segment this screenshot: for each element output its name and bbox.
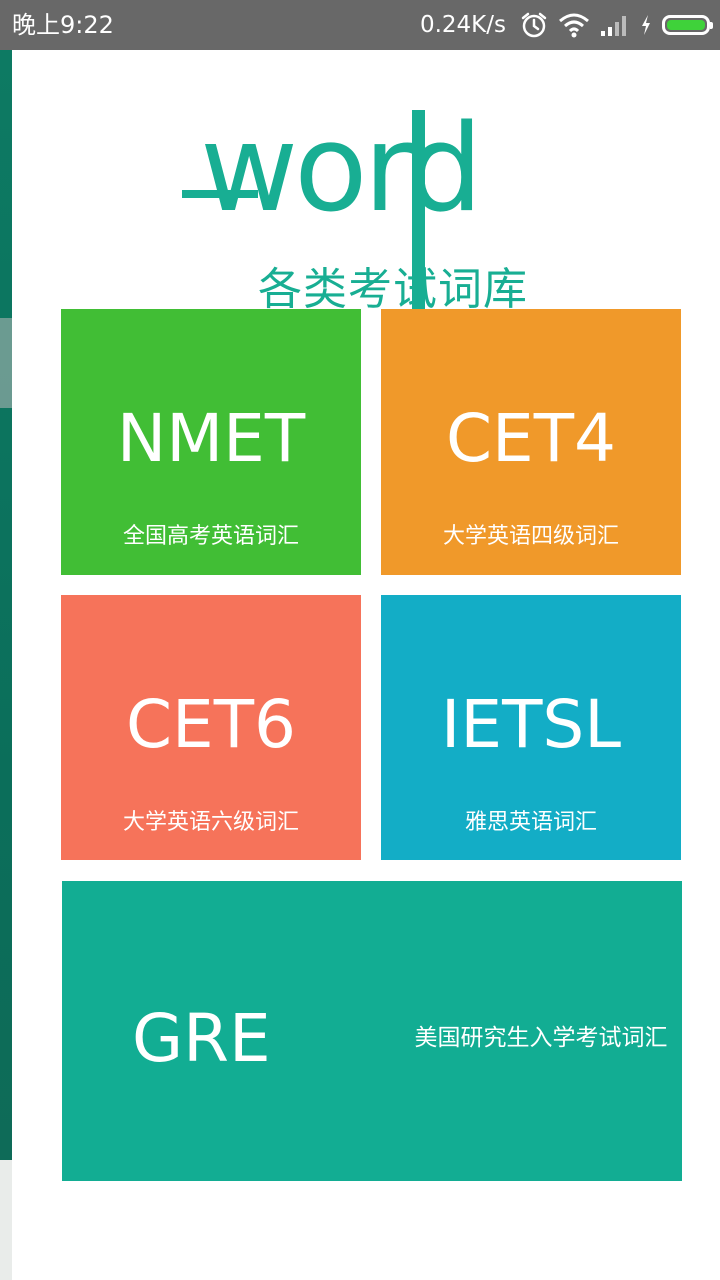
background-panel-edge-bottom [0,1160,12,1280]
battery-tip [710,22,713,29]
tile-subtitle: 大学英语四级词汇 [442,524,619,549]
wifi-icon [559,13,589,38]
tile-title: IETSL [440,686,622,763]
battery-level [667,20,705,30]
tile-subtitle: 美国研究生入学考试词汇 [414,1025,668,1051]
signal-icon [601,16,626,36]
logo-word: word [200,100,483,239]
background-ghost-shape [0,318,12,408]
app-logo: word 各类考试词库 [0,50,720,338]
battery-icon [662,15,713,35]
tile-ietsl[interactable]: IETSL 雅思英语词汇 [381,595,681,860]
tile-subtitle: 大学英语六级词汇 [122,810,299,835]
network-speed: 0.24K/s [419,12,506,38]
status-time: 晚上9:22 [12,11,114,39]
tile-subtitle: 全国高考英语词汇 [122,524,299,549]
alarm-icon [521,12,547,38]
tile-subtitle: 雅思英语词汇 [464,810,597,835]
status-icons: 0.24K/s [419,8,713,42]
status-bar: 晚上9:22 0.24K/s [0,0,720,50]
tile-title: NMET [116,400,306,477]
charging-icon [642,15,650,35]
tile-title: GRE [132,1000,271,1077]
tile-nmet[interactable]: NMET 全国高考英语词汇 [61,309,361,575]
tile-cet6[interactable]: CET6 大学英语六级词汇 [61,595,361,860]
tile-gre[interactable]: GRE 美国研究生入学考试词汇 [62,881,682,1181]
tile-title: CET4 [445,400,617,477]
tile-cet4[interactable]: CET4 大学英语四级词汇 [381,309,681,575]
tile-title: CET6 [125,686,297,763]
